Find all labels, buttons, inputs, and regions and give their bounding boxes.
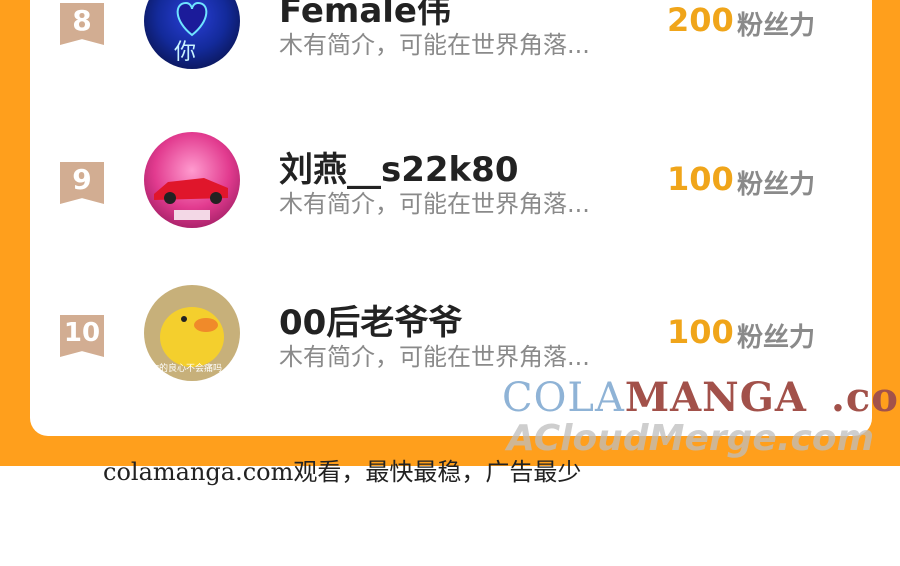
user-description: 木有简介，可能在世界角落... xyxy=(279,31,590,59)
footer-text: colamanga.com观看，最快最稳，广告最少 xyxy=(103,458,582,486)
user-description: 木有简介，可能在世界角落... xyxy=(279,190,590,218)
fan-power-unit: 粉丝力 xyxy=(737,170,816,200)
fan-power-score: 100 xyxy=(667,313,734,351)
watermark-colamanga: COLAMANGA.com xyxy=(502,374,900,421)
rank-badge: 10 xyxy=(60,315,104,357)
avatar[interactable] xyxy=(144,132,240,228)
fan-power-score: 100 xyxy=(667,160,734,198)
list-item[interactable]: 9 刘燕__s22k80 木有简介，可能在世界角落... 100 粉丝力 xyxy=(0,104,900,254)
avatar-text: 你的良心不会痛吗 xyxy=(150,362,222,374)
fan-power-score: 200 xyxy=(667,1,734,39)
avatar-text: 你 xyxy=(174,40,196,65)
list-item[interactable]: 8 你 Female伟 木有简介，可能在世界角落... 200 粉丝力 xyxy=(0,0,900,95)
avatar[interactable]: 你 xyxy=(144,0,240,69)
fan-power-unit: 粉丝力 xyxy=(737,11,816,41)
rank-badge: 8 xyxy=(60,3,104,45)
user-description: 木有简介，可能在世界角落... xyxy=(279,343,590,371)
avatar[interactable]: 你的良心不会痛吗 xyxy=(144,285,240,381)
rank-badge: 9 xyxy=(60,162,104,204)
fan-power-unit: 粉丝力 xyxy=(737,323,816,353)
